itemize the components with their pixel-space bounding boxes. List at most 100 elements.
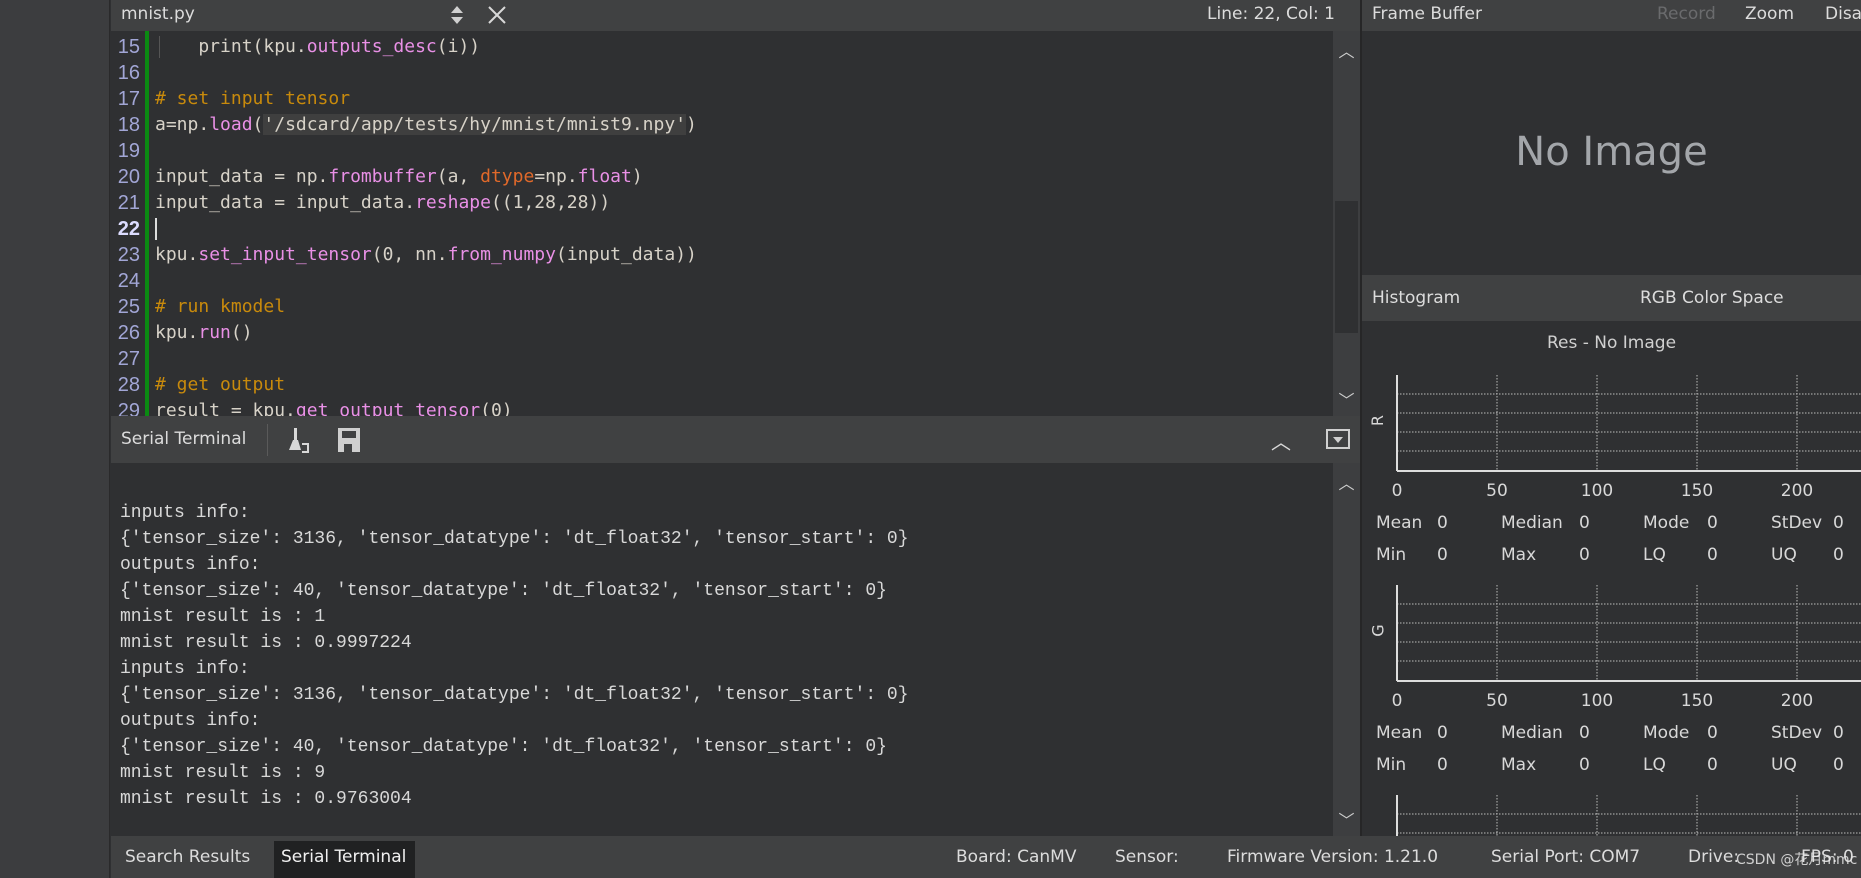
code-line[interactable]: 29 result = kpu.get_output_tensor(0)	[111, 398, 1333, 416]
code-line[interactable]: 27	[111, 346, 1333, 372]
terminal-header: Serial Terminal ︿	[111, 416, 1361, 463]
code-token: '/sdcard/app/tests/hy/mnist/mnist9.npy'	[263, 114, 687, 135]
histogram-b-plot	[1396, 795, 1861, 836]
open-file-button[interactable]	[12, 118, 82, 182]
stat-label-mean: Mean	[1376, 723, 1423, 743]
stat-label-lq: LQ	[1643, 755, 1666, 775]
stat-value-stdev: 0	[1833, 723, 1844, 743]
line-number: 15	[117, 36, 140, 58]
code-line[interactable]: 20 input_data = np.frombuffer(a, dtype=np…	[111, 164, 1333, 190]
stat-label-uq: UQ	[1771, 545, 1797, 565]
clear-terminal-icon[interactable]	[284, 426, 314, 456]
code-line[interactable]: 25 # run kmodel	[111, 294, 1333, 320]
code-text: # get output	[155, 372, 285, 398]
close-icon[interactable]	[484, 2, 510, 28]
code-line[interactable]: 16	[111, 60, 1333, 86]
file-tab[interactable]: mnist.py	[121, 4, 195, 24]
cut-button[interactable]	[12, 442, 82, 506]
code-token: from_numpy	[447, 244, 556, 265]
redo-button[interactable]	[12, 364, 82, 428]
code-token: (a,	[436, 166, 481, 187]
panel-menu-icon[interactable]	[1326, 429, 1350, 449]
scroll-down-icon[interactable]: ﹀	[1333, 384, 1360, 414]
copy-button[interactable]	[12, 520, 82, 584]
color-space-select[interactable]: RGB Color Space	[1640, 288, 1784, 308]
histogram-g-plot	[1396, 585, 1861, 682]
new-file-button[interactable]	[12, 40, 82, 104]
record-button[interactable]: Record	[1657, 4, 1716, 24]
maximize-panel-icon[interactable]: ︿	[1271, 426, 1291, 455]
code-line[interactable]: 21 input_data = input_data.reshape((1,28,…	[111, 190, 1333, 216]
code-line[interactable]: 22	[111, 216, 1333, 242]
cursor-position: Line: 22, Col: 1	[1207, 4, 1335, 24]
code-line[interactable]: 17 # set input tensor	[111, 86, 1333, 112]
save-file-button[interactable]	[12, 196, 82, 260]
line-number: 28	[117, 374, 140, 396]
terminal-line: mnist result is : 0.9997224	[120, 633, 412, 653]
save-log-icon[interactable]	[336, 426, 362, 454]
scroll-up-icon[interactable]: ︿	[1333, 35, 1360, 65]
frame-buffer-view: No Image	[1362, 31, 1861, 275]
board-label: Board: CanMV	[956, 847, 1077, 867]
code-token: outputs_desc	[306, 36, 437, 57]
code-token: kpu.	[155, 244, 199, 265]
terminal-scrollbar[interactable]: ︿ ﹀	[1333, 463, 1360, 836]
tab-search-results[interactable]: Search Results	[125, 847, 250, 867]
code-line[interactable]: 28 # get output	[111, 372, 1333, 398]
code-editor[interactable]: 15 print(kpu.outputs_desc(i)) 16 17 # set i…	[111, 31, 1333, 416]
scroll-up-icon[interactable]: ︿	[1333, 467, 1360, 497]
code-line[interactable]: 24	[111, 268, 1333, 294]
paste-button[interactable]	[12, 598, 82, 662]
histogram-panel: Res - No Image R 0 50 100 150 200 Mean 0 Median 0…	[1362, 321, 1861, 836]
line-number: 21	[117, 192, 140, 214]
stat-label-mode: Mode	[1643, 513, 1690, 533]
code-text: # run kmodel	[155, 294, 285, 320]
code-line[interactable]: 26 kpu.run()	[111, 320, 1333, 346]
code-token: (0)	[480, 400, 513, 416]
code-token: )	[631, 166, 643, 187]
tab-serial-terminal[interactable]: Serial Terminal	[281, 847, 406, 867]
code-token: (i))	[436, 36, 481, 57]
status-bar: Search Results Serial Terminal Board: Ca…	[111, 836, 1861, 878]
file-switch-icon[interactable]	[446, 2, 468, 28]
editor-scrollbar[interactable]: ︿ ﹀	[1333, 31, 1360, 416]
scroll-down-icon[interactable]: ﹀	[1333, 804, 1360, 834]
stat-value-median: 0	[1579, 513, 1590, 533]
stat-label-lq: LQ	[1643, 545, 1666, 565]
frame-buffer-title: Frame Buffer	[1372, 4, 1482, 24]
line-number: 23	[117, 244, 140, 266]
disable-button[interactable]: Disa	[1825, 4, 1861, 24]
terminal-line: {'tensor_size': 40, 'tensor_datatype': '…	[120, 737, 887, 757]
undo-button[interactable]	[12, 286, 82, 350]
x-tick-label: 100	[1580, 691, 1614, 711]
zoom-button[interactable]: Zoom	[1745, 4, 1794, 24]
stat-label-stdev: StDev	[1771, 513, 1823, 533]
code-token: set_input_tensor	[198, 244, 372, 265]
code-line[interactable]: 19	[111, 138, 1333, 164]
divider	[267, 424, 268, 456]
line-number: 25	[117, 296, 140, 318]
code-line[interactable]: 15 print(kpu.outputs_desc(i))	[111, 34, 1333, 60]
x-tick-label: 100	[1580, 481, 1614, 501]
run-button[interactable]	[12, 798, 82, 862]
stat-label-max: Max	[1501, 755, 1537, 775]
x-tick-label: 50	[1486, 691, 1508, 711]
x-tick-label: 50	[1486, 481, 1508, 501]
code-token: frombuffer	[328, 166, 437, 187]
code-token: float	[577, 166, 632, 187]
code-token: )	[686, 114, 697, 135]
terminal-title: Serial Terminal	[121, 429, 247, 449]
code-token: (input_data))	[555, 244, 697, 265]
code-line[interactable]: 18 a=np.load('/sdcard/app/tests/hy/mnist/…	[111, 112, 1333, 138]
code-line[interactable]: 23 kpu.set_input_tensor(0, nn.from_numpy(…	[111, 242, 1333, 268]
stat-value-uq: 0	[1833, 755, 1844, 775]
code-token: result = kpu.	[155, 400, 296, 416]
scrollbar-thumb[interactable]	[1335, 201, 1358, 333]
terminal-output[interactable]: inputs info: {'tensor_size': 3136, 'tenso…	[111, 463, 1333, 836]
stat-value-min: 0	[1437, 755, 1448, 775]
histogram-header: Histogram RGB Color Space	[1362, 275, 1861, 321]
terminal-line: {'tensor_size': 40, 'tensor_datatype': '…	[120, 581, 887, 601]
terminal-line: mnist result is : 0.9763004	[120, 789, 412, 809]
connect-button[interactable]	[12, 720, 82, 784]
stat-label-mode: Mode	[1643, 723, 1690, 743]
